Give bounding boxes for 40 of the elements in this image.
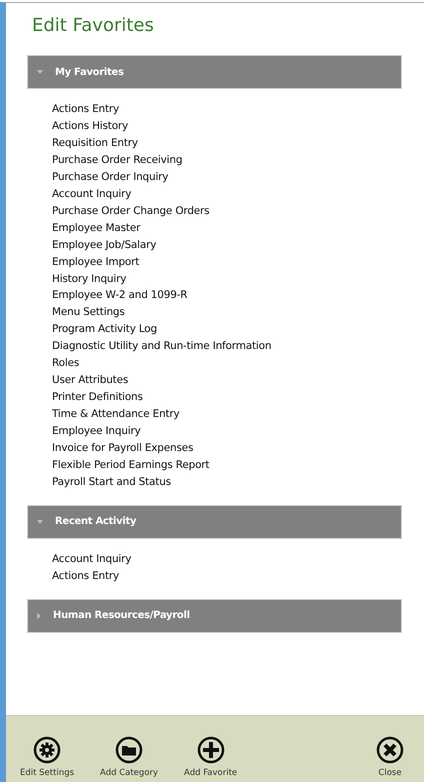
favorite-link[interactable]: Account Inquiry — [52, 186, 402, 203]
favorite-link[interactable]: Account Inquiry — [52, 550, 402, 568]
favorite-link[interactable]: Employee Import — [52, 254, 402, 271]
favorite-link[interactable]: Invoice for Payroll Expenses — [52, 440, 402, 458]
section-header[interactable]: Recent Activity — [27, 504, 402, 539]
favorite-link[interactable]: Employee Inquiry — [52, 423, 402, 440]
section-header[interactable]: My Favorites — [27, 55, 402, 89]
expand-arrow-icon — [37, 70, 43, 74]
favorite-link[interactable]: Requisition Entry — [52, 134, 402, 152]
favorite-link[interactable]: History Inquiry — [52, 270, 402, 288]
plus-icon — [196, 736, 225, 764]
favorite-link[interactable]: Employee Master — [52, 220, 402, 237]
toolbar-button[interactable]: Edit Settings — [20, 736, 74, 778]
folder-icon — [115, 736, 144, 764]
favorite-link[interactable]: Purchase Order Inquiry — [52, 168, 402, 186]
favorite-link[interactable]: Actions Entry — [52, 101, 402, 118]
expand-arrow-icon — [37, 520, 43, 524]
section-header[interactable]: Human Resources/Payroll — [27, 598, 402, 633]
favorite-link[interactable]: Program Activity Log — [52, 321, 402, 338]
toolbar-button[interactable]: Add Category — [100, 736, 158, 778]
expand-arrow-icon — [37, 612, 41, 619]
close-icon — [376, 736, 404, 764]
favorite-link[interactable]: Employee Job/Salary — [52, 236, 402, 254]
favorite-link[interactable]: Employee W-2 and 1099-R — [52, 287, 402, 304]
favorite-link[interactable]: Payroll Start and Status — [52, 474, 402, 491]
favorite-link[interactable]: User Attributes — [52, 372, 402, 390]
favorite-link[interactable]: Roles — [52, 355, 402, 372]
favorite-link[interactable]: Purchase Order Receiving — [52, 152, 402, 169]
favorite-link[interactable]: Time & Attendance Entry — [52, 406, 402, 424]
favorite-link[interactable]: Diagnostic Utility and Run-time Information — [52, 338, 402, 356]
toolbar-button[interactable]: Add Favorite — [184, 736, 238, 778]
close-button[interactable]: Close — [376, 736, 404, 778]
favorite-link[interactable]: Actions History — [52, 118, 402, 135]
favorite-link[interactable]: Actions Entry — [52, 568, 402, 585]
favorite-link[interactable]: Flexible Period Earnings Report — [52, 457, 402, 474]
page-title: Edit Favorites — [32, 15, 155, 38]
favorite-link[interactable]: Menu Settings — [52, 304, 402, 322]
favorite-link[interactable]: Printer Definitions — [52, 389, 402, 406]
favorite-link[interactable]: Purchase Order Change Orders — [52, 202, 402, 220]
gear-icon — [33, 736, 62, 764]
